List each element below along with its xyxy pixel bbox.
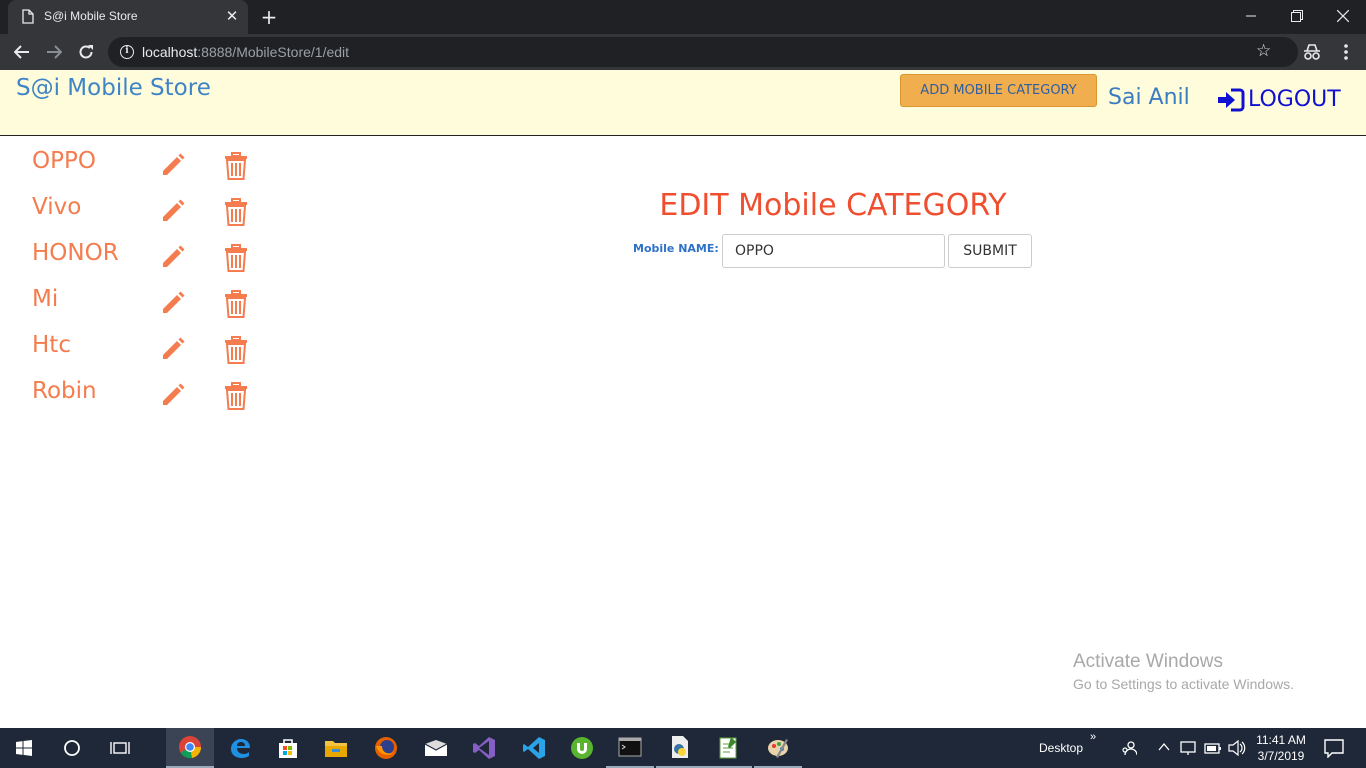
back-icon[interactable] <box>10 40 34 64</box>
store-icon[interactable] <box>264 728 312 768</box>
category-name: HONOR <box>32 240 119 266</box>
trash-icon[interactable] <box>224 290 248 318</box>
edit-pencil-icon[interactable] <box>160 382 186 408</box>
page-icon <box>22 9 34 24</box>
brand-title[interactable]: S@i Mobile Store <box>16 75 211 101</box>
trash-icon[interactable] <box>224 152 248 180</box>
trash-icon[interactable] <box>224 244 248 272</box>
trash-icon[interactable] <box>224 382 248 410</box>
category-row: Mi <box>0 286 260 332</box>
web-page: S@i Mobile Store ADD MOBILE CATEGORY Sai… <box>0 70 1366 728</box>
search-circle-icon[interactable] <box>48 728 96 768</box>
submit-button[interactable]: SUBMIT <box>948 234 1032 268</box>
site-header: S@i Mobile Store ADD MOBILE CATEGORY Sai… <box>0 70 1366 136</box>
category-name: OPPO <box>32 148 96 174</box>
category-row: Htc <box>0 332 260 378</box>
start-windows-icon[interactable] <box>0 728 48 768</box>
restore-icon[interactable] <box>1274 0 1320 32</box>
people-icon[interactable] <box>1121 740 1137 756</box>
edit-pencil-icon[interactable] <box>160 244 186 270</box>
tab-title: S@i Mobile Store <box>44 9 138 23</box>
terminal-icon[interactable] <box>606 728 654 768</box>
file-explorer-icon[interactable] <box>312 728 360 768</box>
address-bar[interactable]: i localhost:8888/MobileStore/1/edit ☆ <box>108 37 1298 67</box>
desktop-toolbar-label[interactable]: Desktop <box>1039 741 1083 755</box>
tray-chevron-up-icon[interactable] <box>1158 742 1170 752</box>
browser-tab[interactable]: S@i Mobile Store ✕ <box>8 0 248 34</box>
task-view-icon[interactable] <box>96 728 144 768</box>
browser-titlebar: S@i Mobile Store ✕ + <box>0 0 1366 34</box>
trash-icon[interactable] <box>224 336 248 364</box>
new-tab-button[interactable]: + <box>258 6 280 28</box>
mobile-name-label: Mobile NAME: <box>633 242 719 255</box>
edit-pencil-icon[interactable] <box>160 290 186 316</box>
logout-label: LOGOUT <box>1248 87 1341 112</box>
edit-form-title: EDIT Mobile CATEGORY <box>659 188 1007 223</box>
windows-taskbar: Desktop » 11:41 AM 3/7/2019 <box>0 728 1366 768</box>
activate-title: Activate Windows <box>1073 651 1223 672</box>
add-mobile-category-button[interactable]: ADD MOBILE CATEGORY <box>900 74 1097 107</box>
activate-subtitle: Go to Settings to activate Windows. <box>1073 676 1294 692</box>
python-file-icon[interactable] <box>656 728 704 768</box>
notification-icon[interactable] <box>1324 738 1344 758</box>
clock-time: 11:41 AM <box>1256 733 1306 747</box>
edge-icon[interactable] <box>216 728 264 768</box>
visual-studio-icon[interactable] <box>460 728 508 768</box>
category-name: Robin <box>32 378 97 404</box>
volume-icon[interactable] <box>1228 740 1246 756</box>
battery-icon[interactable] <box>1204 741 1222 755</box>
category-name: Mi <box>32 286 59 312</box>
activate-windows-watermark: Activate Windows Go to Settings to activ… <box>1073 651 1294 692</box>
site-info-icon[interactable]: i <box>120 45 134 59</box>
reload-icon[interactable] <box>74 40 98 64</box>
mobile-name-input[interactable] <box>722 234 945 268</box>
incognito-icon[interactable] <box>1300 42 1324 62</box>
toolbar-expand-icon[interactable]: » <box>1090 731 1096 743</box>
vscode-icon[interactable] <box>510 728 558 768</box>
chrome-icon[interactable] <box>166 728 214 768</box>
system-clock[interactable]: 11:41 AM 3/7/2019 <box>1252 732 1310 764</box>
url-text[interactable]: localhost:8888/MobileStore/1/edit <box>142 44 349 60</box>
window-close-icon[interactable] <box>1320 0 1366 32</box>
tab-close-icon[interactable]: ✕ <box>223 7 241 25</box>
utorrent-icon[interactable] <box>558 728 606 768</box>
category-row: Robin <box>0 378 260 424</box>
mail-icon[interactable] <box>412 728 460 768</box>
network-icon[interactable] <box>1180 740 1198 756</box>
category-row: HONOR <box>0 240 260 286</box>
logout-button[interactable]: LOGOUT <box>1217 87 1341 112</box>
category-name: Htc <box>32 332 71 358</box>
bookmark-star-icon[interactable]: ☆ <box>1256 41 1271 61</box>
menu-icon[interactable] <box>1336 42 1356 62</box>
firefox-icon[interactable] <box>362 728 410 768</box>
edit-pencil-icon[interactable] <box>160 152 186 178</box>
paint-icon[interactable] <box>754 728 802 768</box>
clock-date: 3/7/2019 <box>1257 749 1305 763</box>
minimize-icon[interactable] <box>1228 0 1274 32</box>
user-name: Sai Anil <box>1108 85 1190 110</box>
browser-toolbar: i localhost:8888/MobileStore/1/edit ☆ <box>0 34 1366 70</box>
edit-pencil-icon[interactable] <box>160 336 186 362</box>
notepad-icon[interactable] <box>704 728 752 768</box>
sign-in-icon <box>1218 88 1245 111</box>
forward-icon[interactable] <box>42 40 66 64</box>
